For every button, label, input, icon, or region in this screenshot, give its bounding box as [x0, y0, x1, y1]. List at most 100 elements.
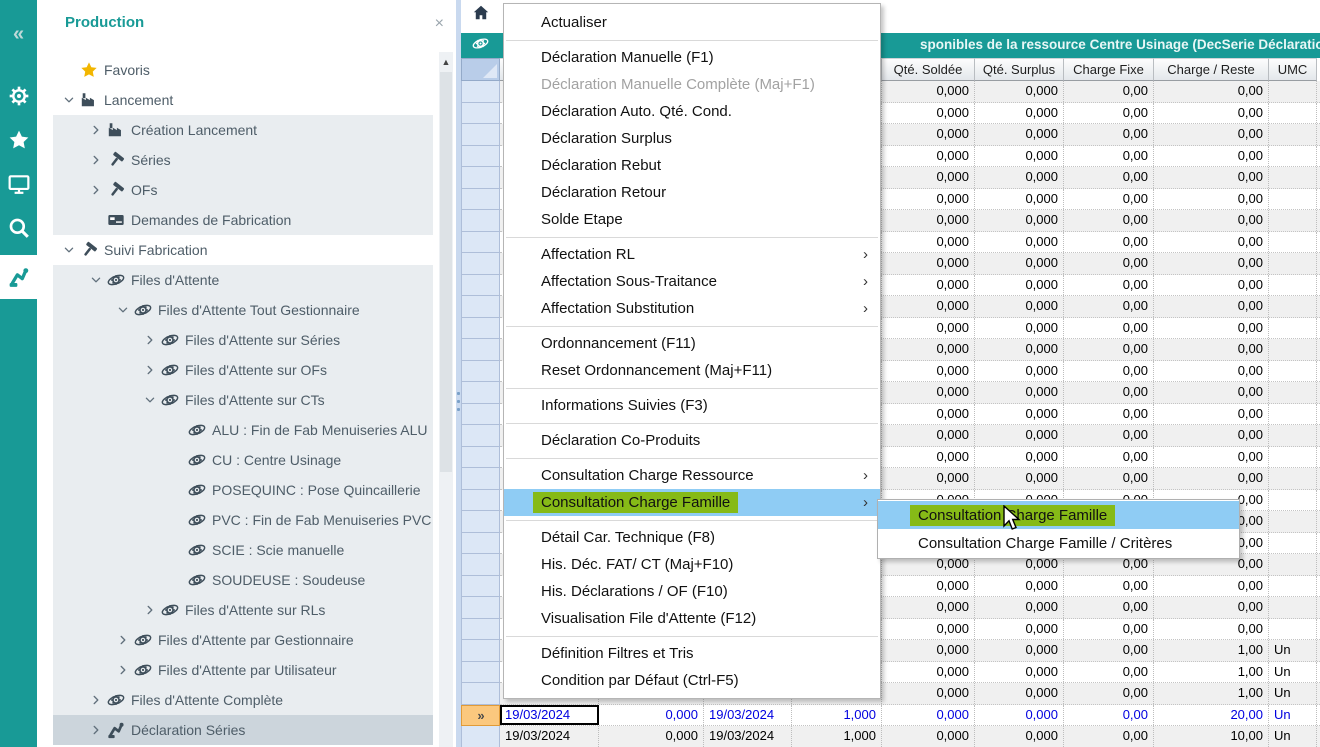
grid-cell[interactable]: 19/03/2024 [500, 705, 599, 726]
grid-cell[interactable]: 0,000 [975, 425, 1064, 446]
row-header-cell[interactable] [461, 210, 500, 232]
grid-cell[interactable]: 0,000 [975, 447, 1064, 468]
sidebar-search-icon[interactable] [0, 206, 37, 250]
grid-cell[interactable]: 0,000 [975, 210, 1064, 231]
grid-cell[interactable]: 0,000 [975, 318, 1064, 339]
tab-queue-active[interactable] [461, 33, 500, 58]
grid-cell[interactable]: 0,00 [1064, 404, 1154, 425]
grid-cell[interactable]: Un [1269, 726, 1317, 747]
grid-cell[interactable]: 0,00 [1154, 167, 1269, 188]
grid-cell[interactable]: 0,00 [1064, 210, 1154, 231]
row-header-cell[interactable] [461, 640, 500, 662]
grid-cell[interactable]: 0,00 [1154, 189, 1269, 210]
menu-item[interactable]: Déclaration Auto. Qté. Cond. [504, 98, 880, 125]
tree-item[interactable]: POSEQUINC : Pose Quincaillerie [53, 475, 433, 505]
grid-cell[interactable]: 0,00 [1154, 253, 1269, 274]
menu-item[interactable]: Informations Suivies (F3) [504, 392, 880, 419]
sidebar-collapse-icon[interactable]: « [0, 12, 37, 56]
grid-cell[interactable]: 0,000 [975, 640, 1064, 661]
tree-item[interactable]: Files d'Attente par Utilisateur [53, 655, 433, 685]
grid-cell[interactable]: 0,000 [882, 447, 975, 468]
grid-cell[interactable]: 19/03/2024 [500, 726, 599, 747]
grid-cell[interactable]: 0,000 [882, 339, 975, 360]
grid-cell[interactable]: 0,00 [1064, 597, 1154, 618]
grid-cell[interactable] [1269, 361, 1317, 382]
grid-cell[interactable]: 0,00 [1154, 447, 1269, 468]
tree-item[interactable]: Déclaration Séries [53, 715, 433, 745]
grid-cell[interactable]: 0,00 [1064, 361, 1154, 382]
grid-cell[interactable] [1269, 210, 1317, 231]
sidebar-star-icon[interactable] [0, 118, 37, 162]
row-header-cell[interactable] [461, 275, 500, 297]
grid-cell[interactable]: 0,000 [882, 468, 975, 489]
grid-cell[interactable]: 0,00 [1154, 339, 1269, 360]
menu-item[interactable]: Affectation RL› [504, 241, 880, 268]
grid-cell[interactable] [1269, 382, 1317, 403]
grid-cell[interactable] [1269, 533, 1317, 554]
tree-item[interactable]: Files d'Attente sur RLs [53, 595, 433, 625]
grid-cell[interactable]: 0,00 [1064, 81, 1154, 102]
grid-cell[interactable]: 0,00 [1064, 576, 1154, 597]
row-header-cell[interactable] [461, 533, 500, 555]
grid-cell[interactable]: 0,000 [882, 597, 975, 618]
tree-item[interactable]: Séries [53, 145, 433, 175]
grid-cell[interactable]: 0,000 [882, 167, 975, 188]
grid-cell[interactable]: 0,000 [882, 318, 975, 339]
grid-cell[interactable]: 0,00 [1154, 275, 1269, 296]
select-all-cell[interactable] [461, 58, 500, 81]
grid-cell[interactable]: 0,00 [1064, 683, 1154, 704]
grid-cell[interactable]: Un [1269, 683, 1317, 704]
grid-row-selected[interactable]: 19/03/20240,00019/03/20241,0000,0000,000… [500, 705, 1320, 727]
grid-cell[interactable]: 19/03/2024 [704, 705, 792, 726]
chevron-right-icon[interactable] [85, 122, 107, 138]
grid-cell[interactable]: 0,00 [1154, 468, 1269, 489]
grid-cell[interactable]: 0,000 [882, 146, 975, 167]
grid-cell[interactable]: 0,00 [1064, 468, 1154, 489]
grid-cell[interactable] [1269, 619, 1317, 640]
scrollbar-thumb[interactable] [440, 72, 452, 472]
grid-cell[interactable]: 0,000 [882, 232, 975, 253]
row-header-cell[interactable] [461, 683, 500, 705]
grid-cell[interactable] [1269, 124, 1317, 145]
grid-cell[interactable]: 0,000 [882, 662, 975, 683]
row-header-cell[interactable] [461, 124, 500, 146]
grid-cell[interactable]: 0,00 [1154, 232, 1269, 253]
tree-item[interactable]: Files d'Attente Complète [53, 685, 433, 715]
chevron-right-icon[interactable] [85, 722, 107, 738]
row-header-cell[interactable] [461, 232, 500, 254]
row-header-cell[interactable] [461, 468, 500, 490]
grid-cell[interactable]: 0,000 [975, 81, 1064, 102]
grid-cell[interactable]: 0,000 [882, 382, 975, 403]
column-header-qt-surplus[interactable]: Qté. Surplus [975, 58, 1064, 81]
menu-item[interactable]: Actualiser [504, 9, 880, 36]
grid-cell[interactable]: 0,00 [1154, 81, 1269, 102]
grid-cell[interactable] [1269, 490, 1317, 511]
menu-item[interactable]: Reset Ordonnancement (Maj+F11) [504, 357, 880, 384]
grid-cell[interactable]: 0,000 [882, 619, 975, 640]
grid-cell[interactable]: 0,000 [975, 404, 1064, 425]
grid-cell[interactable]: 0,00 [1064, 318, 1154, 339]
grid-cell[interactable]: 0,000 [882, 576, 975, 597]
grid-cell[interactable]: 0,00 [1064, 124, 1154, 145]
tree-item[interactable]: SOUDEUSE : Soudeuse [53, 565, 433, 595]
grid-cell[interactable] [1269, 511, 1317, 532]
grid-cell[interactable]: 0,00 [1154, 146, 1269, 167]
grid-cell[interactable]: 0,00 [1064, 167, 1154, 188]
grid-cell[interactable]: 0,000 [882, 253, 975, 274]
grid-cell[interactable]: 0,000 [975, 468, 1064, 489]
grid-cell[interactable]: 0,000 [975, 619, 1064, 640]
grid-cell[interactable]: 0,00 [1064, 146, 1154, 167]
grid-cell[interactable] [1269, 425, 1317, 446]
grid-cell[interactable]: 0,00 [1154, 124, 1269, 145]
tree-item[interactable]: Lancement [53, 85, 433, 115]
grid-cell[interactable]: 0,000 [882, 210, 975, 231]
column-header-charge-fixe[interactable]: Charge Fixe [1064, 58, 1154, 81]
grid-cell[interactable]: 0,000 [882, 425, 975, 446]
row-header-cell[interactable] [461, 554, 500, 576]
sidebar-monitor-icon[interactable] [0, 162, 37, 206]
grid-cell[interactable]: 0,000 [975, 253, 1064, 274]
grid-cell[interactable] [1269, 447, 1317, 468]
menu-item[interactable]: Déclaration Rebut [504, 152, 880, 179]
grid-cell[interactable]: 0,00 [1064, 425, 1154, 446]
grid-cell[interactable] [1269, 275, 1317, 296]
